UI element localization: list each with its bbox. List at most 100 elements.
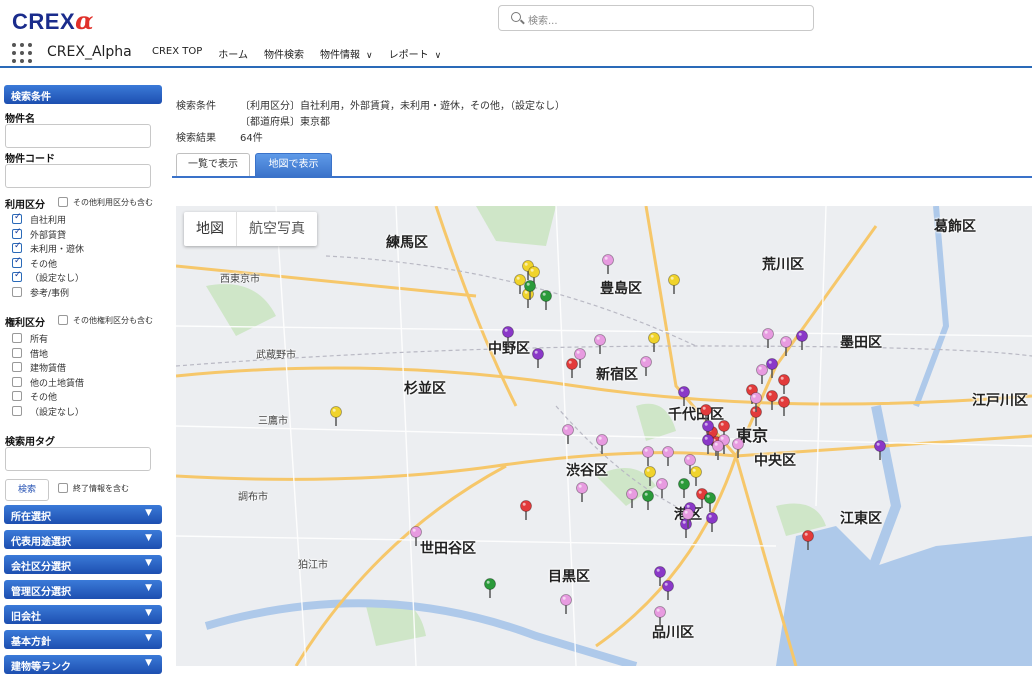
rights-checkbox[interactable]	[12, 347, 22, 358]
tab-map-view[interactable]: 地図で表示	[255, 153, 332, 177]
section-header[interactable]: 管理区分選択 ▼	[4, 580, 162, 599]
property-pin[interactable]	[777, 374, 791, 394]
map-type-satellite[interactable]: 航空写真	[236, 212, 317, 246]
property-pin[interactable]	[703, 492, 717, 512]
chevron-down-icon: ▼	[145, 583, 152, 593]
property-pin[interactable]	[749, 392, 763, 412]
property-pin[interactable]	[677, 478, 691, 498]
rights-checkbox[interactable]	[12, 362, 22, 373]
search-button[interactable]: 検索	[5, 479, 49, 501]
ward-label: 豊島区	[600, 281, 642, 297]
property-code-input[interactable]	[5, 164, 151, 188]
property-pin[interactable]	[639, 356, 653, 376]
property-pin[interactable]	[539, 290, 553, 310]
section-header-label: 管理区分選択	[11, 587, 71, 598]
property-pin[interactable]	[625, 488, 639, 508]
property-pin[interactable]	[329, 406, 343, 426]
property-pin[interactable]	[595, 434, 609, 454]
ward-label: 荒川区	[762, 257, 804, 273]
property-pin[interactable]	[641, 490, 655, 510]
property-name-label: 物件名	[5, 114, 35, 125]
usage-option-label: 参考/事例	[30, 289, 70, 299]
property-pin[interactable]	[559, 594, 573, 614]
property-pin[interactable]	[667, 274, 681, 294]
property-pin[interactable]	[765, 390, 779, 410]
property-pin[interactable]	[761, 328, 775, 348]
property-pin[interactable]	[779, 336, 793, 356]
property-pin[interactable]	[777, 396, 791, 416]
property-pin[interactable]	[647, 332, 661, 352]
global-search[interactable]: 検索...	[498, 5, 814, 31]
rights-other-checkbox[interactable]	[58, 315, 68, 325]
tab-list-view[interactable]: 一覧で表示	[176, 153, 250, 177]
search-icon	[511, 12, 521, 22]
property-pin[interactable]	[531, 348, 545, 368]
property-pin[interactable]	[683, 454, 697, 474]
property-pin[interactable]	[873, 440, 887, 460]
property-pin[interactable]	[755, 364, 769, 384]
app-launcher-icon[interactable]	[12, 43, 32, 63]
property-pin[interactable]	[795, 330, 809, 350]
usage-checkbox[interactable]	[12, 227, 22, 239]
usage-checkbox[interactable]	[12, 270, 22, 283]
nav-property-info[interactable]: 物件情報 ∨	[320, 46, 373, 61]
section-header[interactable]: 旧会社 ▼	[4, 605, 162, 624]
property-pin[interactable]	[655, 478, 669, 498]
property-pin[interactable]	[641, 446, 655, 466]
property-pin[interactable]	[523, 280, 537, 300]
nav-report[interactable]: レポート ∨	[389, 46, 442, 61]
property-pin[interactable]	[661, 446, 675, 466]
search-conditions-header: 検索条件	[4, 85, 162, 104]
rights-checkbox[interactable]	[12, 333, 22, 343]
property-pin[interactable]	[593, 334, 607, 354]
usage-checkbox[interactable]	[12, 287, 22, 297]
section-header[interactable]: 所在選択 ▼	[4, 505, 162, 524]
property-pin[interactable]	[677, 386, 691, 406]
usage-checkbox[interactable]	[12, 241, 22, 254]
property-pin[interactable]	[653, 606, 667, 626]
rights-checkbox[interactable]	[12, 376, 22, 387]
property-pin[interactable]	[731, 438, 745, 458]
usage-checkbox[interactable]	[12, 256, 22, 268]
section-header[interactable]: 建物等ランク ▼	[4, 655, 162, 674]
section-header[interactable]: 基本方針 ▼	[4, 630, 162, 649]
property-pin[interactable]	[601, 254, 615, 274]
property-pin[interactable]	[801, 530, 815, 550]
ward-label: 千代田区	[668, 407, 724, 423]
include-ended-checkbox[interactable]	[58, 483, 68, 493]
property-pin[interactable]	[573, 348, 587, 368]
nav-crex-top[interactable]: CREX TOP	[152, 46, 202, 61]
rights-checkbox[interactable]	[12, 391, 22, 402]
city-label: 狛江市	[298, 560, 328, 571]
chevron-down-icon[interactable]: ∨	[366, 51, 373, 61]
chevron-down-icon[interactable]: ∨	[435, 51, 442, 61]
map-type-map[interactable]: 地図	[184, 212, 236, 246]
property-pin[interactable]	[705, 512, 719, 532]
property-pin[interactable]	[661, 580, 675, 600]
property-pin[interactable]	[519, 500, 533, 520]
property-pin[interactable]	[409, 526, 423, 546]
nav-home[interactable]: ホーム	[218, 46, 248, 61]
ward-label: 渋谷区	[566, 463, 608, 479]
rights-checkbox[interactable]	[12, 406, 22, 416]
section-header-label: 建物等ランク	[11, 662, 71, 673]
section-header-label: 会社区分選択	[11, 562, 71, 573]
section-header[interactable]: 会社区分選択 ▼	[4, 555, 162, 574]
property-name-input[interactable]	[5, 124, 151, 148]
nav-property-search[interactable]: 物件検索	[264, 46, 304, 61]
usage-checkbox[interactable]	[12, 212, 22, 224]
tag-input[interactable]	[5, 447, 151, 471]
crex-logo[interactable]: CREXα	[12, 6, 94, 35]
ward-label: 新宿区	[596, 367, 638, 383]
property-pin[interactable]	[575, 482, 589, 502]
section-header[interactable]: 代表用途選択 ▼	[4, 530, 162, 549]
usage-other-checkbox[interactable]	[58, 197, 68, 207]
property-pin[interactable]	[501, 326, 515, 346]
property-pin[interactable]	[681, 508, 695, 528]
property-map[interactable]: 地図 航空写真 練馬区 豊島区 中野区 新宿区 杉並区 千代田区 東京 渋谷区 …	[176, 206, 1032, 666]
property-pin[interactable]	[561, 424, 575, 444]
property-pin[interactable]	[701, 434, 715, 454]
ward-label: 墨田区	[840, 335, 882, 351]
property-pin[interactable]	[483, 578, 497, 598]
usage-option-label: 未利用・遊休	[30, 245, 85, 256]
